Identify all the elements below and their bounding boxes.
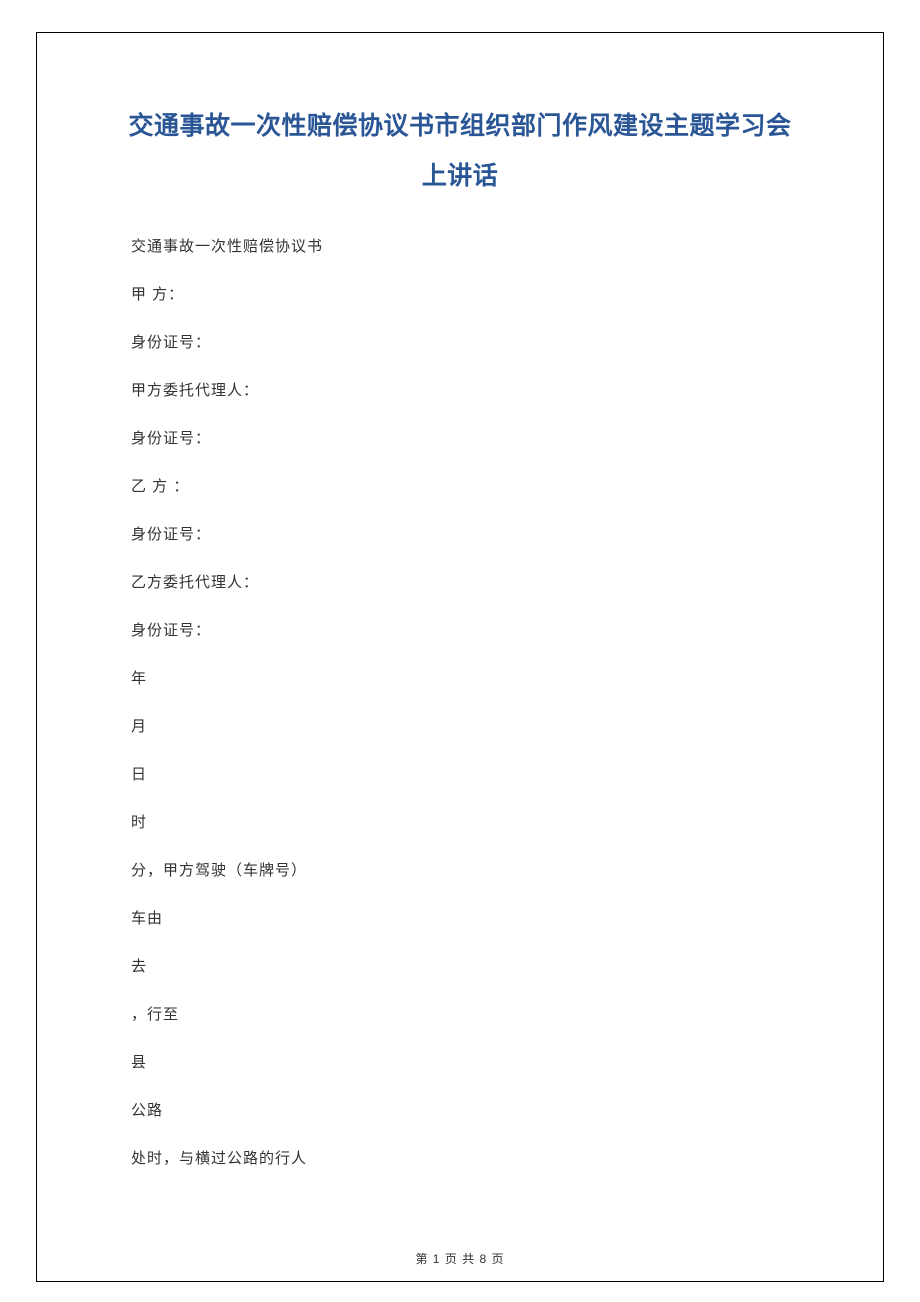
footer-suffix: 页 [487,1252,504,1266]
body-line: 日 [95,763,825,787]
body-line: 身份证号： [95,619,825,643]
body-line: 去 [95,955,825,979]
body-line: ，行至 [95,1003,825,1027]
body-line: 月 [95,715,825,739]
body-line: 公路 [95,1099,825,1123]
page-footer: 第 1 页 共 8 页 [37,1250,883,1267]
body-line: 身份证号： [95,523,825,547]
body-line: 处时，与横过公路的行人 [95,1147,825,1171]
page-wrap: 交通事故一次性赔偿协议书市组织部门作风建设主题学习会上讲话 交通事故一次性赔偿协… [0,0,920,1302]
body-line: 身份证号： [95,427,825,451]
body-line: 身份证号： [95,331,825,355]
body-line: 甲方委托代理人： [95,379,825,403]
body-line: 乙 方 ： [95,475,825,499]
body-line: 甲 方： [95,283,825,307]
document-title: 交通事故一次性赔偿协议书市组织部门作风建设主题学习会上讲话 [125,101,795,201]
body-line: 年 [95,667,825,691]
footer-middle: 页 共 [440,1252,479,1266]
body-line: 交通事故一次性赔偿协议书 [95,235,825,259]
body-line: 车由 [95,907,825,931]
body-line: 时 [95,811,825,835]
body-line: 县 [95,1051,825,1075]
body-line: 分，甲方驾驶（车牌号） [95,859,825,883]
footer-prefix: 第 [415,1252,432,1266]
body-line: 乙方委托代理人： [95,571,825,595]
page-border: 交通事故一次性赔偿协议书市组织部门作风建设主题学习会上讲话 交通事故一次性赔偿协… [36,32,884,1282]
